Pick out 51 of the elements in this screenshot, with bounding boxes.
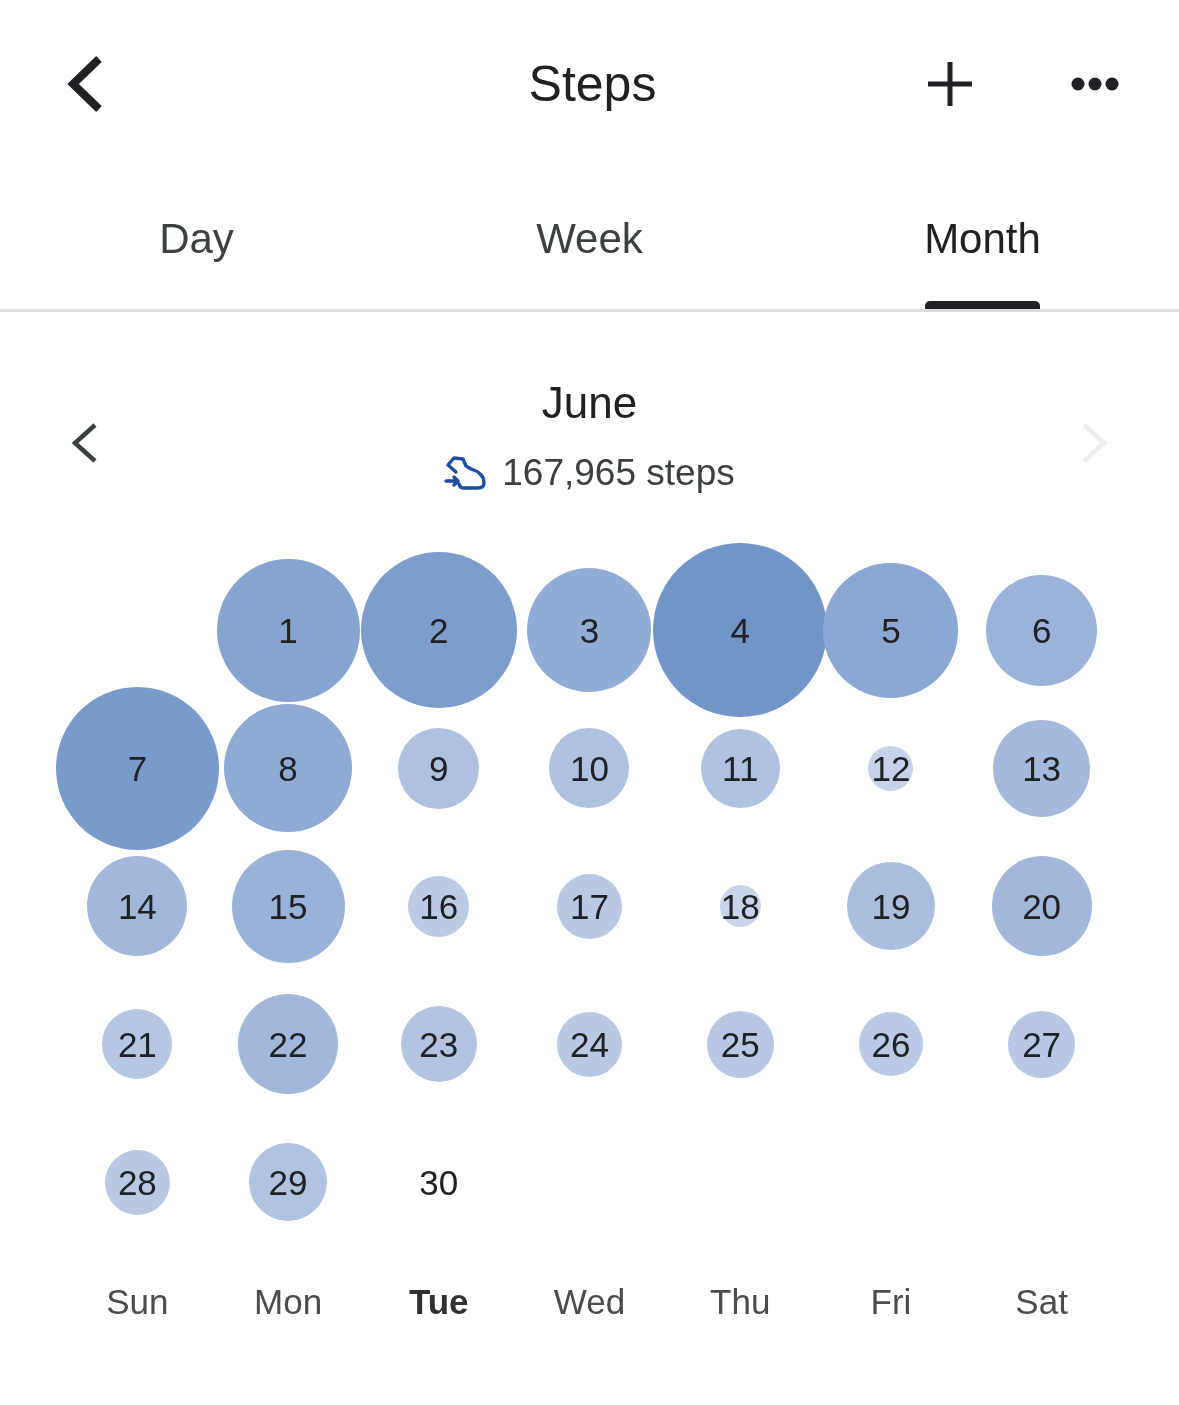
weekday-label: Wed bbox=[553, 1281, 626, 1323]
day-bubble[interactable]: 20 bbox=[991, 856, 1092, 956]
more-button[interactable] bbox=[1071, 77, 1119, 91]
day-bubble[interactable]: 14 bbox=[87, 856, 188, 956]
day-bubble[interactable]: 16 bbox=[408, 875, 470, 937]
day-bubble[interactable]: 22 bbox=[238, 994, 339, 1094]
day-bubble[interactable]: 27 bbox=[1008, 1010, 1076, 1078]
day-bubble[interactable]: 9 bbox=[398, 727, 480, 809]
day-bubble[interactable]: 26 bbox=[858, 1012, 923, 1076]
day-bubble[interactable]: 5 bbox=[823, 562, 959, 698]
day-bubble[interactable]: 12 bbox=[868, 745, 914, 791]
day-bubble[interactable]: 25 bbox=[706, 1010, 774, 1078]
weekday-label: Mon bbox=[254, 1281, 323, 1323]
day-bubble[interactable]: 11 bbox=[700, 728, 780, 808]
tab[interactable]: Day bbox=[0, 168, 393, 309]
day-bubble[interactable]: 23 bbox=[400, 1006, 477, 1082]
day-bubble[interactable]: 7 bbox=[55, 686, 219, 850]
weekday-label: Sun bbox=[106, 1281, 169, 1323]
day-bubble[interactable]: 3 bbox=[527, 568, 652, 692]
page-title: Steps bbox=[528, 55, 657, 114]
day-bubble[interactable]: 8 bbox=[224, 704, 353, 832]
steps-total: 167,965 steps bbox=[502, 451, 735, 495]
weekday-label: Thu bbox=[710, 1281, 771, 1323]
more-icon bbox=[1071, 77, 1119, 91]
plus-icon bbox=[928, 62, 972, 106]
month-title: June bbox=[541, 377, 638, 429]
day-bubble[interactable]: 29 bbox=[249, 1143, 328, 1221]
day-bubble[interactable]: 17 bbox=[557, 873, 622, 939]
day-bubble[interactable]: 1 bbox=[216, 558, 360, 702]
weekday-label: Fri bbox=[870, 1281, 912, 1323]
day-bubble[interactable]: 2 bbox=[360, 552, 517, 708]
weekday-label: Sat bbox=[1015, 1281, 1068, 1323]
day-number[interactable]: 30 bbox=[419, 1161, 459, 1203]
day-bubble[interactable]: 21 bbox=[102, 1009, 173, 1079]
day-bubble[interactable]: 4 bbox=[653, 543, 828, 717]
day-bubble[interactable]: 19 bbox=[846, 862, 935, 950]
weekday-label: Tue bbox=[408, 1281, 469, 1323]
add-button[interactable] bbox=[928, 62, 972, 106]
day-bubble[interactable]: 28 bbox=[104, 1149, 170, 1215]
day-bubble[interactable]: 18 bbox=[719, 885, 761, 927]
shoe-icon bbox=[444, 455, 487, 491]
day-bubble[interactable]: 13 bbox=[993, 719, 1091, 817]
tab[interactable]: Month bbox=[786, 168, 1179, 309]
day-bubble[interactable]: 10 bbox=[549, 728, 630, 808]
tab[interactable]: Week bbox=[393, 168, 786, 309]
day-bubble[interactable]: 6 bbox=[986, 574, 1098, 686]
back-icon bbox=[66, 54, 104, 114]
day-bubble[interactable]: 24 bbox=[557, 1011, 622, 1077]
back-button[interactable] bbox=[66, 54, 104, 114]
day-bubble[interactable]: 15 bbox=[231, 849, 345, 963]
previous-month-button[interactable] bbox=[70, 422, 98, 464]
